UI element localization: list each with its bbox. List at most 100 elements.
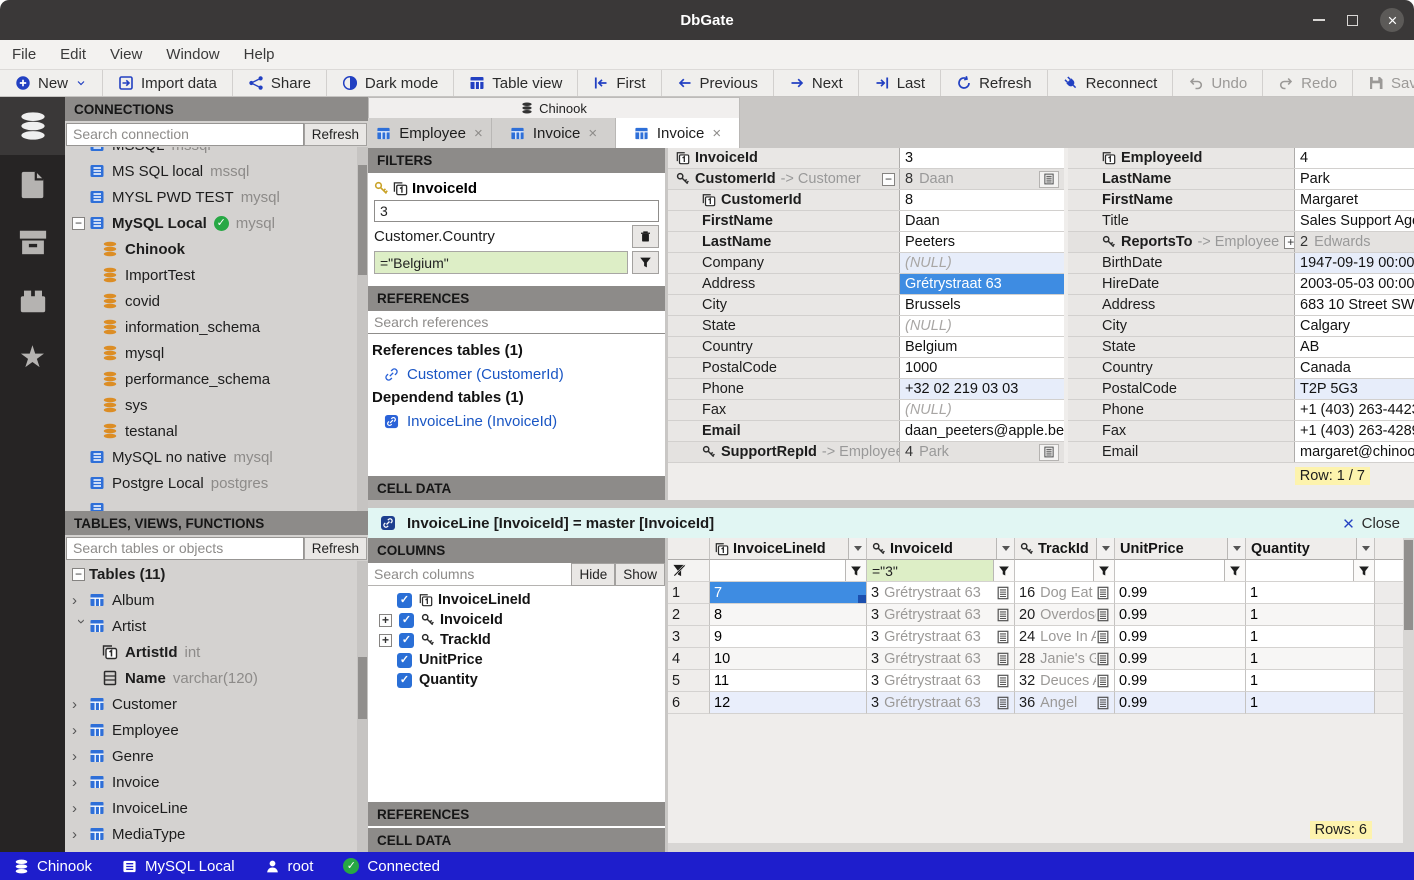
filter-input[interactable] — [1246, 560, 1353, 581]
cell-unitprice[interactable]: 0.99 — [1115, 626, 1246, 648]
cell-invoicelineid[interactable]: 9 — [710, 626, 867, 648]
form-value[interactable]: Sales Support Agent — [1295, 211, 1414, 231]
country-filter-input[interactable]: ="Belgium" — [374, 251, 628, 274]
form-row-customerid[interactable]: CustomerId8 — [668, 190, 1064, 211]
menu-file[interactable]: File — [12, 46, 36, 63]
form-row-firstname[interactable]: FirstNameMargaret — [1068, 190, 1414, 211]
selection-handle[interactable] — [858, 595, 866, 603]
form-row-email[interactable]: Emaildaan_peeters@apple.be — [668, 421, 1064, 442]
checkbox-checked[interactable]: ✓ — [399, 613, 414, 628]
filter-input[interactable] — [1015, 560, 1093, 581]
form-value[interactable]: Grétrystraat 63 — [900, 274, 1064, 294]
form-row-supportrepid[interactable]: SupportRepId-> Employee−4Park — [668, 442, 1064, 463]
form-row-email[interactable]: Emailmargaret@chinookcorp.com — [1068, 442, 1414, 463]
table-item-tables-11[interactable]: −Tables (11) — [65, 561, 368, 587]
close-tab-icon[interactable]: × — [588, 125, 597, 142]
form-row-hiredate[interactable]: HireDate2003-05-03 00:00:00 — [1068, 274, 1414, 295]
cell-invoiceid[interactable]: 3Grétrystraat 63 — [867, 626, 1015, 648]
form-row-phone[interactable]: Phone+1 (403) 263-4423 — [1068, 400, 1414, 421]
form-value[interactable]: 2Edwards — [1295, 232, 1414, 252]
cell-trackid[interactable]: 36Angel — [1015, 692, 1115, 714]
form-value[interactable]: +32 02 219 03 03 — [900, 379, 1064, 399]
filter-input[interactable] — [1115, 560, 1224, 581]
tab-employee[interactable]: Employee× — [368, 118, 492, 148]
column-toggle-quantity[interactable]: ✓Quantity — [368, 670, 665, 690]
form-value[interactable]: margaret@chinookcorp.com — [1295, 442, 1414, 462]
connections-scrollbar[interactable] — [357, 147, 368, 511]
checkbox-checked[interactable]: ✓ — [397, 593, 412, 608]
tables-search-input[interactable] — [66, 537, 304, 560]
form-value[interactable]: Peeters — [900, 232, 1064, 252]
row-number[interactable]: 5 — [668, 670, 710, 692]
checkbox-checked[interactable]: ✓ — [397, 673, 412, 688]
references-search-input[interactable]: Search references — [368, 311, 665, 334]
cell-invoicelineid[interactable]: 11 — [710, 670, 867, 692]
chevron-icon[interactable]: › — [72, 593, 89, 608]
nav-plugins[interactable] — [0, 271, 65, 329]
column-header-quantity[interactable]: Quantity — [1246, 538, 1375, 560]
row-number[interactable]: 1 — [668, 582, 710, 604]
minimize-button[interactable] — [1313, 19, 1325, 21]
toolbar-table-view-button[interactable]: Table view — [454, 70, 578, 96]
connection-item-mssql[interactable]: MSSQLmssql — [65, 147, 368, 158]
toolbar-refresh-button[interactable]: Refresh — [941, 70, 1048, 96]
cell-trackid[interactable]: 20Overdose — [1015, 604, 1115, 626]
connection-item-item[interactable] — [65, 496, 368, 511]
database-item-covid[interactable]: covid — [65, 288, 368, 314]
statusbar-connection[interactable]: MySQL Local — [122, 858, 234, 875]
row-number[interactable]: 4 — [668, 648, 710, 670]
form-value[interactable]: Daan — [900, 211, 1064, 231]
form-value[interactable]: AB — [1295, 337, 1414, 357]
collapse-icon[interactable]: − — [882, 173, 895, 186]
menu-help[interactable]: Help — [244, 46, 275, 63]
form-value[interactable]: (NULL) — [900, 316, 1064, 336]
connection-item-ms-sql-local[interactable]: MS SQL localmssql — [65, 158, 368, 184]
form-row-address[interactable]: AddressGrétrystraat 63 — [668, 274, 1064, 295]
cell-quantity[interactable]: 1 — [1246, 582, 1375, 604]
table-item-genre[interactable]: ›Genre — [65, 743, 368, 769]
form-value[interactable]: Calgary — [1295, 316, 1414, 336]
form-row-birthdate[interactable]: BirthDate1947-09-19 00:00:00 — [1068, 253, 1414, 274]
column-toggle-invoiceid[interactable]: +✓InvoiceId — [368, 610, 665, 630]
form-row-reportsto[interactable]: ReportsTo-> Employee+2Edwards — [1068, 232, 1414, 253]
tables-refresh-button[interactable]: Refresh — [304, 537, 367, 560]
connection-item-mysql-local[interactable]: −MySQL Local✓mysql — [65, 210, 368, 236]
form-row-employeeid[interactable]: EmployeeId4 — [1068, 148, 1414, 169]
checkbox-checked[interactable]: ✓ — [397, 653, 412, 668]
toolbar-last-button[interactable]: Last — [859, 70, 941, 96]
chevron-icon[interactable]: › — [72, 827, 89, 842]
reference-link[interactable]: Customer (CustomerId) — [372, 363, 661, 386]
table-item-artist[interactable]: ›Artist — [65, 613, 368, 639]
form-row-lastname[interactable]: LastNamePark — [1068, 169, 1414, 190]
toolbar-new-button[interactable]: New — [0, 70, 103, 96]
column-toggle-trackid[interactable]: +✓TrackId — [368, 630, 665, 650]
form-value[interactable]: 8Daan — [900, 169, 1064, 189]
cell-trackid[interactable]: 32Deuces Are Wild — [1015, 670, 1115, 692]
toolbar-first-button[interactable]: First — [578, 70, 661, 96]
filter-input[interactable]: ="3" — [867, 560, 993, 581]
expand-icon[interactable]: + — [379, 634, 392, 647]
nav-databases[interactable] — [0, 97, 65, 155]
expand-icon[interactable]: + — [1284, 236, 1295, 249]
table-item-invoiceline[interactable]: ›InvoiceLine — [65, 795, 368, 821]
cell-quantity[interactable]: 1 — [1246, 670, 1375, 692]
form-value[interactable]: +1 (403) 263-4423 — [1295, 400, 1414, 420]
connection-item-mysl-pwd-test[interactable]: MYSL PWD TESTmysql — [65, 184, 368, 210]
cell-unitprice[interactable]: 0.99 — [1115, 604, 1246, 626]
open-reference-button[interactable] — [1039, 171, 1059, 188]
cell-invoicelineid[interactable]: 8 — [710, 604, 867, 626]
database-item-testanal[interactable]: testanal — [65, 418, 368, 444]
chevron-icon[interactable]: › — [74, 619, 89, 636]
clear-filters-button[interactable] — [668, 560, 710, 582]
close-tab-icon[interactable]: × — [712, 125, 721, 142]
column-item-artistid[interactable]: ArtistIdint — [65, 639, 368, 665]
cell-invoiceid[interactable]: 3Grétrystraat 63 — [867, 604, 1015, 626]
menu-view[interactable]: View — [110, 46, 142, 63]
form-value[interactable]: Brussels — [900, 295, 1064, 315]
column-header-invoicelineid[interactable]: InvoiceLineId — [710, 538, 867, 560]
grid-hscrollbar[interactable] — [668, 843, 1414, 852]
filter-cell-invoiceid[interactable]: ="3" — [867, 560, 1015, 582]
connections-refresh-button[interactable]: Refresh — [304, 123, 367, 146]
table-item-album[interactable]: ›Album — [65, 587, 368, 613]
form-value[interactable]: (NULL) — [900, 400, 1064, 420]
